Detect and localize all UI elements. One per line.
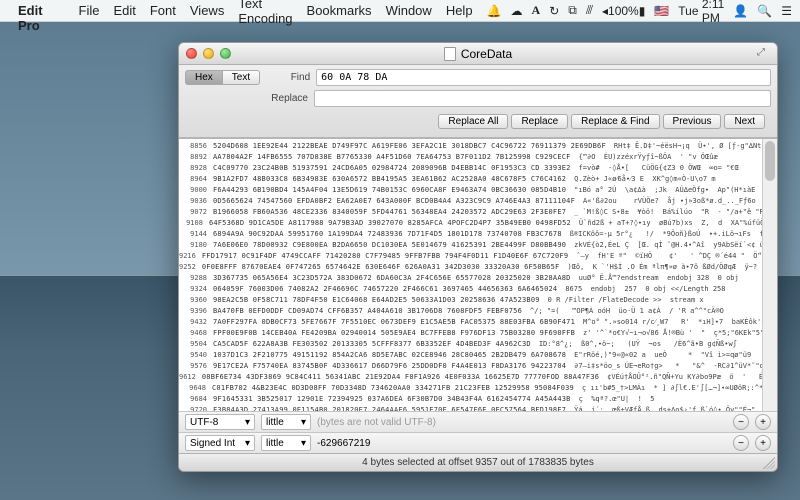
next-button[interactable]: Next (724, 114, 765, 129)
adobe-icon[interactable]: A (532, 3, 541, 18)
remove-row-button-2[interactable]: − (733, 435, 749, 451)
decoded-value: -629667219 (317, 438, 370, 449)
status-text: 4 bytes selected at offset 9357 out of 1… (362, 457, 594, 468)
scrollbar-thumb[interactable] (765, 141, 775, 181)
hex-row[interactable]: 910864F5368D 9D1CA5DE A8117988 9A79B3AD … (179, 218, 777, 229)
replace-all-button[interactable]: Replace All (438, 114, 508, 129)
find-input[interactable] (316, 69, 771, 86)
add-row-button-2[interactable]: + (755, 435, 771, 451)
dropbox-icon[interactable]: ⧉ (568, 3, 577, 18)
status-bar: 4 bytes selected at offset 9357 out of 1… (179, 453, 777, 471)
hex-row[interactable]: 9720F3B84A3D 27413A99 0E1154B0 201820E7 … (179, 405, 777, 411)
hex-row[interactable]: 9072B1966058 FB60A536 48CE2336 8340059F … (179, 207, 777, 218)
previous-button[interactable]: Previous (663, 114, 722, 129)
menu-views[interactable]: Views (190, 3, 224, 18)
menu-file[interactable]: File (79, 3, 100, 18)
find-toolbar: Hex Text Find Replace Replace All Replac… (179, 65, 777, 138)
hex-row[interactable]: 94327A0FF297FA 0DB0CF73 5FE7667F 7F5510E… (179, 317, 777, 328)
hex-row[interactable]: 89649B1A2FD7 48B033C8 6B34983E 630A6572 … (179, 174, 777, 185)
text-tab[interactable]: Text (222, 70, 260, 85)
menu-help[interactable]: Help (446, 3, 473, 18)
hex-row[interactable]: 9000F6A44293 6B190BD4 145A4F04 13E5D619 … (179, 185, 777, 196)
notification-center-icon[interactable]: ☰ (781, 4, 792, 18)
spotlight-icon[interactable]: 👤 (733, 4, 748, 18)
zoom-button[interactable] (220, 48, 231, 59)
battery-status[interactable]: ◂ 100% ▮ (602, 4, 645, 18)
sync-icon[interactable]: ↻ (549, 4, 559, 18)
editor-window: CoreData ⤢ Hex Text Find Replace Replace… (178, 42, 778, 472)
hex-row[interactable]: 9216FFD17917 0C91F4DF 4749CCAFF 71420280… (179, 251, 777, 262)
replace-find-button[interactable]: Replace & Find (571, 114, 659, 129)
endian-select[interactable]: little▾ (261, 414, 311, 430)
hex-row[interactable]: 95769E17CE2A F75740EA 83745B0F 4D336617 … (179, 361, 777, 372)
hex-row[interactable]: 90360D5665624 74547560 EFDA0BF2 EA62A0E7… (179, 196, 777, 207)
endian-select-2[interactable]: little▾ (261, 435, 311, 451)
encoding-note: (bytes are not valid UTF-8) (317, 417, 436, 428)
menu-encoding[interactable]: Text Encoding (238, 0, 292, 26)
menu-bookmarks[interactable]: Bookmarks (307, 3, 372, 18)
notification-icon[interactable]: 🔔 (487, 4, 502, 18)
hex-tab[interactable]: Hex (185, 70, 222, 85)
value-bar: Signed Int▾ little▾ -629667219 − + (179, 432, 777, 453)
add-row-button[interactable]: + (755, 414, 771, 430)
hex-row[interactable]: 92520F0E8FFF 87670EAE4 0F747265 6574642E… (179, 262, 777, 273)
replace-label: Replace (264, 93, 308, 104)
fullscreen-button[interactable]: ⤢ (757, 47, 771, 61)
close-button[interactable] (186, 48, 197, 59)
hex-row[interactable]: 961208BF6E734 43DF3869 9C84C411 56341ABC… (179, 372, 777, 383)
scrollbar[interactable] (762, 139, 777, 411)
title-bar[interactable]: CoreData ⤢ (179, 43, 777, 65)
hex-row[interactable]: 8928C4C09770 23C24B0B 51937591 24CD6A05 … (179, 163, 777, 174)
menu-font[interactable]: Font (150, 3, 176, 18)
document-icon (444, 47, 456, 61)
hex-row[interactable]: 91446894A9A 90C92DAA 59951760 1A199DA4 7… (179, 229, 777, 240)
hex-row[interactable]: 936098EA2C5B 0F58C711 78DF4F50 E1C64068 … (179, 295, 777, 306)
cloud-icon[interactable]: ☁ (511, 4, 523, 18)
encoding-bar: UTF-8▾ little▾ (bytes are not valid UTF-… (179, 411, 777, 432)
view-mode-segment[interactable]: Hex Text (185, 70, 260, 85)
type-select[interactable]: Signed Int▾ (185, 435, 255, 451)
replace-input[interactable] (314, 90, 771, 107)
hex-row[interactable]: 96849F1645331 3B525017 12901E 72394925 0… (179, 394, 777, 405)
replace-button[interactable]: Replace (511, 114, 568, 129)
hex-row[interactable]: 88565204D608 1EE92E44 2122BEAE D749F97C … (179, 141, 777, 152)
menu-extras: 🔔 ☁ A ↻ ⧉ ⫻ ◂ 100% ▮ 🇺🇸 Tue 2:11 PM 👤 🔍 … (487, 0, 792, 25)
hex-row[interactable]: 92883D367735 065A56E4 3C23D572A 383D0672… (179, 273, 777, 284)
search-icon[interactable]: 🔍 (757, 4, 772, 18)
hex-row[interactable]: 91807A6E06E0 78D00932 C9E800EA B2DA6650 … (179, 240, 777, 251)
clock[interactable]: Tue 2:11 PM (678, 0, 724, 25)
hex-row[interactable]: 8892AA7804A2F 14FB6555 707D838E B7765330… (179, 152, 777, 163)
hex-row[interactable]: 9324064059F 76003D06 74082A2 2F46696C 74… (179, 284, 777, 295)
hex-row[interactable]: 95401037D1C3 2F210775 49151192 854A2CA6 … (179, 350, 777, 361)
encoding-select[interactable]: UTF-8▾ (185, 414, 255, 430)
input-flag[interactable]: 🇺🇸 (654, 4, 669, 18)
hex-row[interactable]: 9468FPF00E9F0B 14CEB40A FE4209BA 0294001… (179, 328, 777, 339)
remove-row-button[interactable]: − (733, 414, 749, 430)
find-label: Find (266, 72, 310, 83)
hex-view[interactable]: 88565204D608 1EE92E44 2122BEAE D749F97C … (179, 138, 777, 411)
hex-row[interactable]: 9648C01FB702 4&B23E4C 0D3D08FF 70D3348D … (179, 383, 777, 394)
window-title: CoreData (461, 47, 512, 61)
menu-edit[interactable]: Edit (113, 3, 135, 18)
menu-bar: Hex Edit Pro File Edit Font Views Text E… (0, 0, 800, 22)
minimize-button[interactable] (203, 48, 214, 59)
menu-window[interactable]: Window (386, 3, 432, 18)
hex-row[interactable]: 9504CA5CAD5F 622A8A3B FE303502 20133305 … (179, 339, 777, 350)
app-menu[interactable]: Hex Edit Pro (18, 0, 65, 33)
resize-handle[interactable] (763, 457, 775, 469)
hex-row[interactable]: 9396BA470FB 0EFD0DDF CD09AD74 CFF6B357 A… (179, 306, 777, 317)
wifi-icon[interactable]: ⫻ (586, 3, 593, 18)
